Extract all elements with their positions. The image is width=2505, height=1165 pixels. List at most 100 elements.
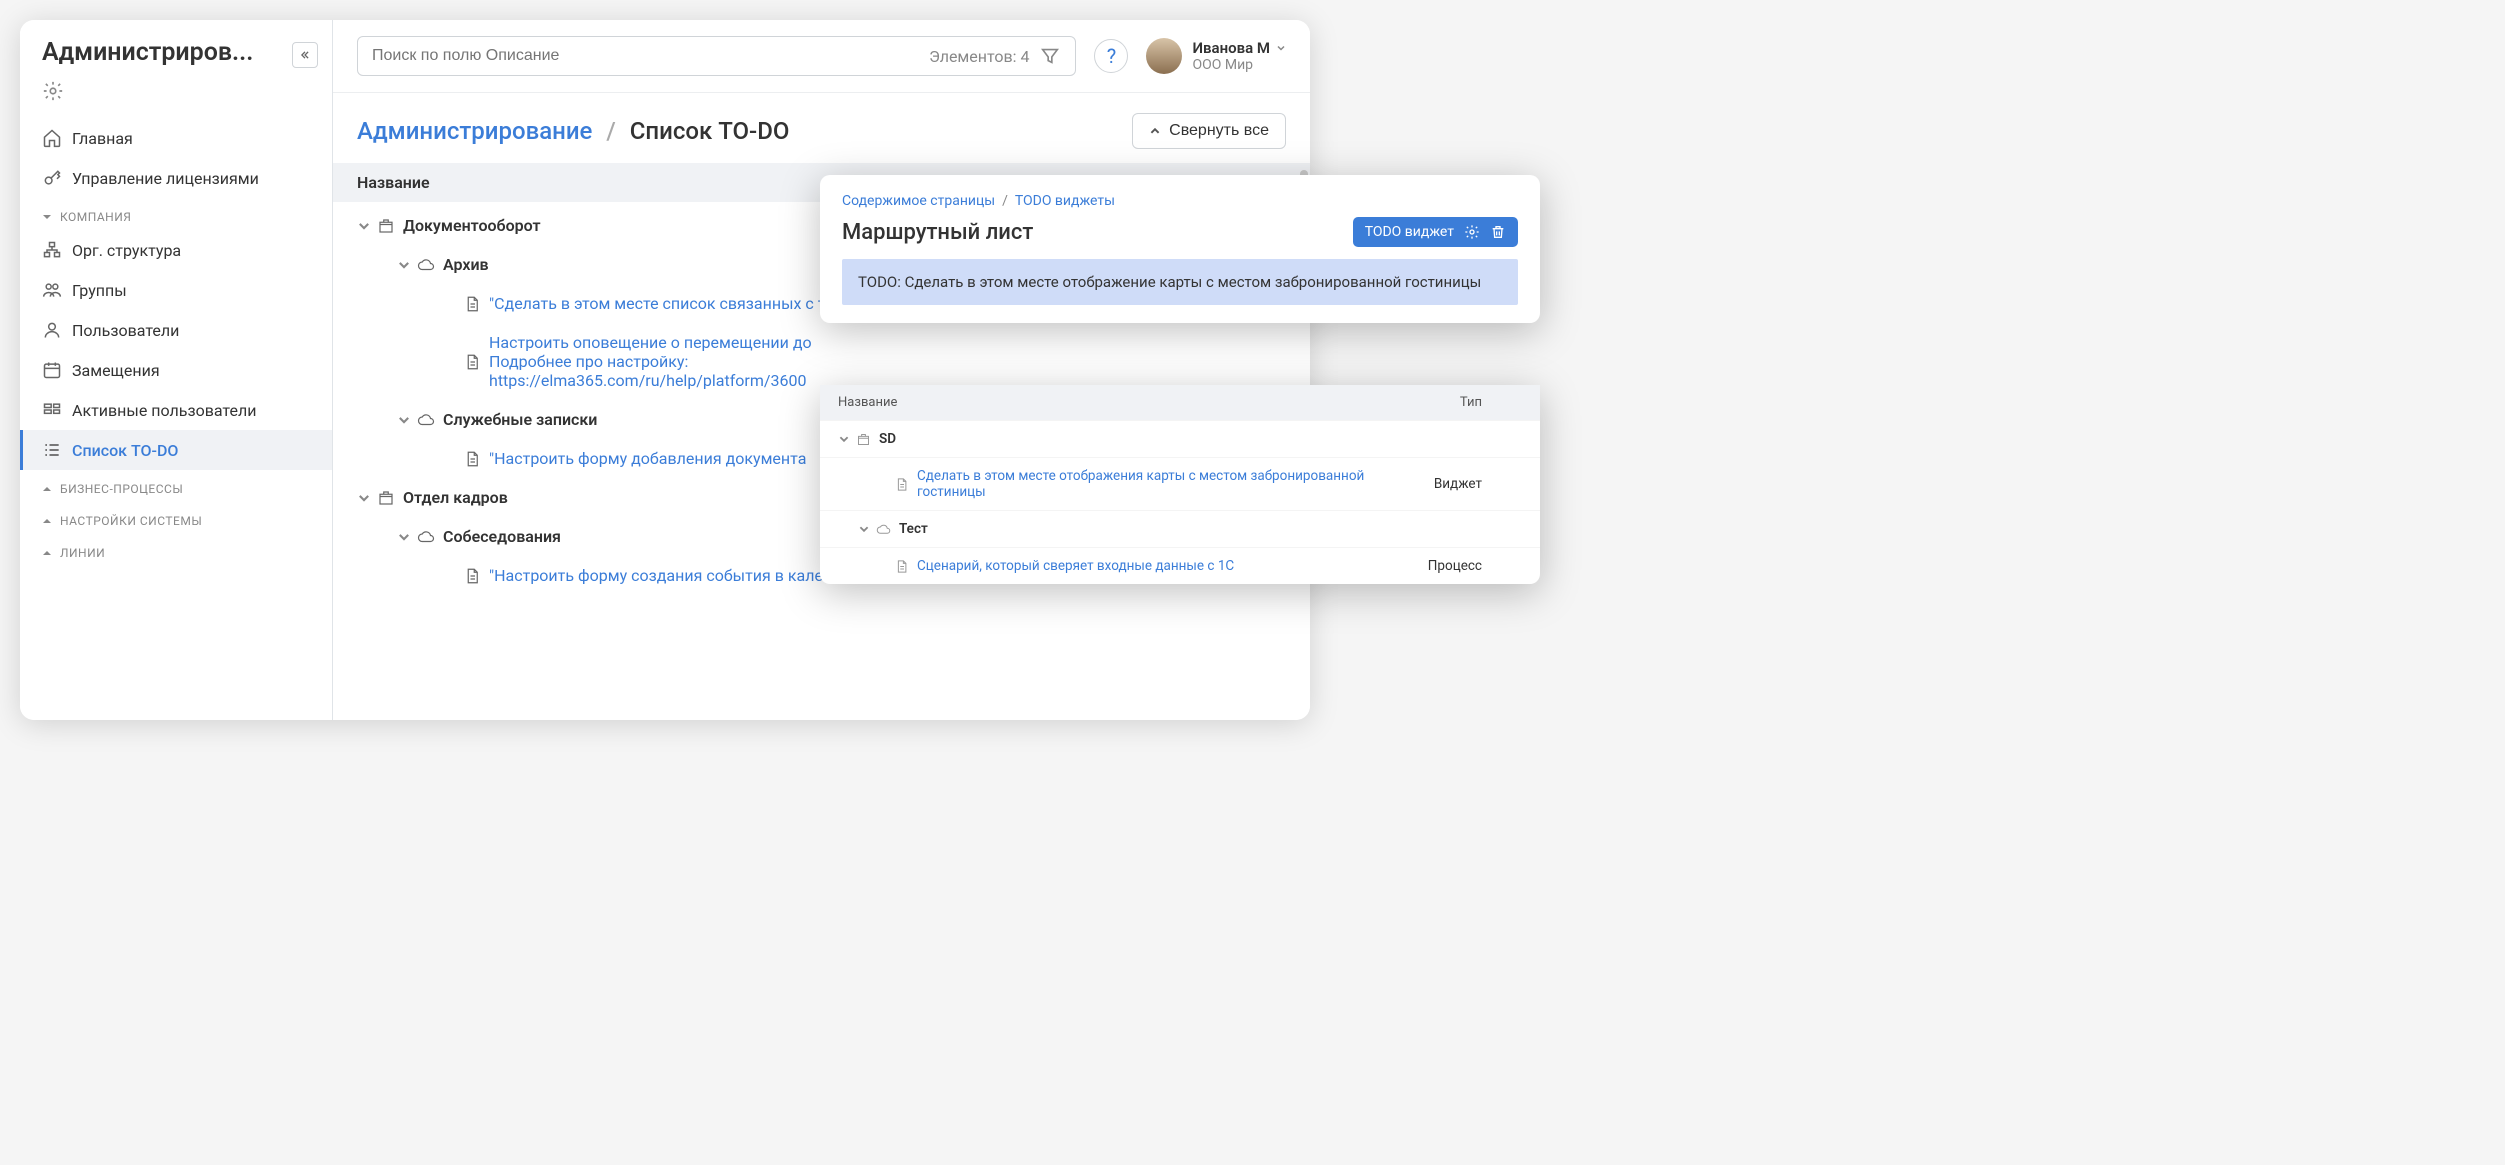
panel-bc-1[interactable]: Содержимое страницы bbox=[842, 193, 995, 209]
nav-label: Список TO-DO bbox=[72, 441, 178, 460]
topbar: Элементов: 4 ? Иванова М ООО Мир bbox=[333, 20, 1310, 93]
sidebar-item-active-users[interactable]: Активные пользователи bbox=[20, 390, 332, 430]
user-icon bbox=[42, 320, 62, 340]
breadcrumb: Администрирование / Список TO-DO bbox=[357, 117, 789, 145]
gear-icon[interactable] bbox=[42, 80, 64, 102]
chevron-down-icon[interactable] bbox=[397, 530, 411, 544]
groups-icon bbox=[42, 280, 62, 300]
box-icon bbox=[856, 432, 871, 447]
panel2-header: Название Тип bbox=[820, 385, 1540, 420]
panel-bc-2[interactable]: TODO виджеты bbox=[1015, 193, 1115, 209]
panel2-row[interactable]: Сделать в этом месте отображения карты с… bbox=[820, 457, 1540, 510]
sidebar-item-todo-list[interactable]: Список TO-DO bbox=[20, 430, 332, 470]
sidebar-section-system[interactable]: НАСТРОЙКИ СИСТЕМЫ bbox=[20, 502, 332, 534]
document-icon bbox=[894, 559, 909, 574]
document-icon bbox=[463, 353, 481, 371]
chevron-up-icon bbox=[1149, 125, 1161, 137]
sidebar-item-groups[interactable]: Группы bbox=[20, 270, 332, 310]
home-icon bbox=[42, 128, 62, 148]
breadcrumb-row: Администрирование / Список TO-DO Свернут… bbox=[333, 93, 1310, 163]
sidebar-item-org[interactable]: Орг. структура bbox=[20, 230, 332, 270]
row-type: Виджет bbox=[1434, 476, 1522, 492]
row-label: Тест bbox=[899, 521, 1522, 537]
user-org: ООО Мир bbox=[1192, 57, 1286, 73]
caret-up-icon bbox=[42, 484, 52, 494]
cloud-icon bbox=[417, 256, 435, 274]
panel-title: Маршрутный лист bbox=[842, 220, 1033, 245]
org-icon bbox=[42, 240, 62, 260]
chevron-down-icon[interactable] bbox=[357, 491, 371, 505]
todo-text-box: TODO: Сделать в этом месте отображение к… bbox=[842, 259, 1518, 305]
panel2-row[interactable]: SD bbox=[820, 420, 1540, 457]
cloud-icon bbox=[417, 528, 435, 546]
trash-icon[interactable] bbox=[1490, 224, 1506, 240]
sidebar-item-users[interactable]: Пользователи bbox=[20, 310, 332, 350]
section-label: ЛИНИИ bbox=[60, 546, 105, 560]
section-label: КОМПАНИЯ bbox=[60, 210, 131, 224]
row-label: Сценарий, который сверяет входные данные… bbox=[917, 558, 1428, 574]
cloud-icon bbox=[417, 411, 435, 429]
breadcrumb-root[interactable]: Администрирование bbox=[357, 117, 592, 145]
row-type: Процесс bbox=[1428, 558, 1522, 574]
chevron-down-icon[interactable] bbox=[838, 433, 850, 445]
avatar bbox=[1146, 38, 1182, 74]
caret-up-icon bbox=[42, 516, 52, 526]
nav-label: Пользователи bbox=[72, 321, 179, 340]
sidebar-section-company[interactable]: КОМПАНИЯ bbox=[20, 198, 332, 230]
row-label: SD bbox=[879, 431, 1522, 447]
chevron-down-icon[interactable] bbox=[858, 523, 870, 535]
chevron-double-left-icon bbox=[300, 50, 310, 60]
row-label: Сделать в этом месте отображения карты с… bbox=[917, 468, 1434, 500]
panel2-row[interactable]: Сценарий, который сверяет входные данные… bbox=[820, 547, 1540, 584]
sidebar-collapse-button[interactable] bbox=[292, 42, 318, 68]
document-icon bbox=[894, 477, 909, 492]
help-button[interactable]: ? bbox=[1094, 39, 1128, 73]
nav-label: Замещения bbox=[72, 361, 160, 380]
todo-widget-panel: Содержимое страницы / TODO виджеты Маршр… bbox=[820, 175, 1540, 323]
sidebar-section-processes[interactable]: БИЗНЕС-ПРОЦЕССЫ bbox=[20, 470, 332, 502]
row-label: Настроить оповещение о перемещении доПод… bbox=[489, 333, 1286, 390]
user-menu[interactable]: Иванова М ООО Мир bbox=[1146, 38, 1286, 74]
filter-icon[interactable] bbox=[1039, 45, 1061, 67]
list-icon bbox=[42, 440, 62, 460]
box-icon bbox=[377, 489, 395, 507]
caret-up-icon bbox=[42, 548, 52, 558]
search-input[interactable] bbox=[372, 47, 929, 65]
chevron-down-icon bbox=[1276, 43, 1286, 53]
collapse-all-button[interactable]: Свернуть все bbox=[1132, 113, 1286, 149]
chevron-down-icon[interactable] bbox=[357, 219, 371, 233]
active-users-icon bbox=[42, 400, 62, 420]
key-icon bbox=[42, 168, 62, 188]
main-content: Элементов: 4 ? Иванова М ООО Мир Админис… bbox=[333, 20, 1310, 720]
main-window: Администриров... Главная Управление лице… bbox=[20, 20, 1310, 720]
nav-label: Орг. структура bbox=[72, 241, 181, 260]
todo-widget-badge[interactable]: TODO виджет bbox=[1353, 217, 1518, 247]
caret-down-icon bbox=[42, 212, 52, 222]
sidebar-item-substitutions[interactable]: Замещения bbox=[20, 350, 332, 390]
sidebar-list: Главная Управление лицензиями КОМПАНИЯ О… bbox=[20, 112, 332, 720]
nav-label: Главная bbox=[72, 129, 133, 148]
search-box[interactable]: Элементов: 4 bbox=[357, 36, 1076, 76]
sidebar-item-licenses[interactable]: Управление лицензиями bbox=[20, 158, 332, 198]
secondary-list-panel: Название Тип SD Сделать в этом месте отоб… bbox=[820, 385, 1540, 584]
nav-label: Управление лицензиями bbox=[72, 169, 259, 188]
gear-icon[interactable] bbox=[1464, 224, 1480, 240]
sidebar-item-home[interactable]: Главная bbox=[20, 118, 332, 158]
breadcrumb-current: Список TO-DO bbox=[630, 117, 790, 145]
calendar-icon bbox=[42, 360, 62, 380]
chevron-down-icon[interactable] bbox=[397, 258, 411, 272]
panel2-row[interactable]: Тест bbox=[820, 510, 1540, 547]
sidebar-section-lines[interactable]: ЛИНИИ bbox=[20, 534, 332, 566]
nav-label: Группы bbox=[72, 281, 127, 300]
sidebar-title: Администриров... bbox=[42, 38, 292, 67]
box-icon bbox=[377, 217, 395, 235]
section-label: БИЗНЕС-ПРОЦЕССЫ bbox=[60, 482, 183, 496]
section-label: НАСТРОЙКИ СИСТЕМЫ bbox=[60, 514, 202, 528]
document-icon bbox=[463, 450, 481, 468]
chevron-down-icon[interactable] bbox=[397, 413, 411, 427]
nav-label: Активные пользователи bbox=[72, 401, 256, 420]
element-count: Элементов: 4 bbox=[929, 47, 1039, 66]
panel2-col-type: Тип bbox=[1460, 395, 1522, 410]
panel2-col-name: Название bbox=[838, 395, 1460, 410]
sidebar: Администриров... Главная Управление лице… bbox=[20, 20, 333, 720]
